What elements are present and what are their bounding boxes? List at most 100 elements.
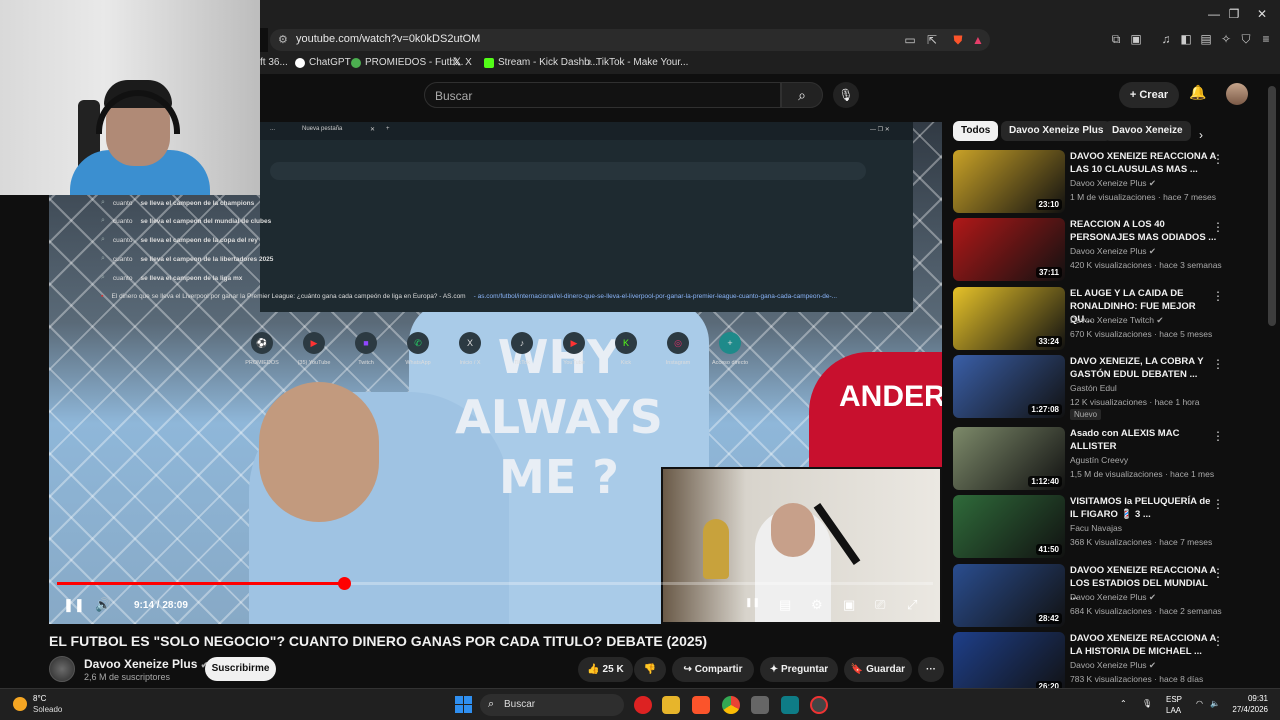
fullscreen-icon[interactable]: ⤢ <box>907 597 917 613</box>
clock-time[interactable]: 09:31 <box>1226 694 1268 703</box>
bookmark-chatgpt[interactable]: ChatGPT <box>295 57 351 68</box>
chip-todos[interactable]: Todos <box>953 121 999 141</box>
video-thumbnail[interactable]: 33:24 <box>953 287 1065 350</box>
channel-name[interactable]: Davoo Xeneize Twitch ✔ <box>1070 315 1163 326</box>
video-title[interactable]: REACCION A LOS 40 PERSONAJES MAS ODIADOS… <box>1070 218 1218 244</box>
vpn-icon[interactable]: ⛉ <box>1238 32 1254 47</box>
bookmark-item[interactable]: ft 36... <box>260 57 288 68</box>
chip-davoo-plus[interactable]: Davoo Xeneize Plus <box>1001 121 1112 141</box>
video-title[interactable]: Asado con ALEXIS MAC ALLISTER <box>1070 427 1218 453</box>
app-icon[interactable] <box>781 696 799 714</box>
recommendation-item[interactable]: 33:24 EL AUGE Y LA CAIDA DE RONALDINHO: F… <box>953 287 1263 353</box>
screenshot-icon[interactable]: ▣ <box>1128 32 1144 46</box>
maximize-icon[interactable]: ❐ <box>1224 6 1244 22</box>
progress-bar[interactable] <box>57 577 933 590</box>
bookmark-x[interactable]: 𝕏X <box>453 57 472 68</box>
file-explorer-icon[interactable] <box>662 696 680 714</box>
recommendation-item[interactable]: 28:42 DAVOO XENEIZE REACCIONA A LOS ESTAD… <box>953 564 1263 630</box>
video-title[interactable]: VISITAMOS la PELUQUERÍA de IL FIGARO 💈 3… <box>1070 495 1218 521</box>
sidebar-icon[interactable]: ◧ <box>1178 32 1194 46</box>
recommendation-item[interactable]: 23:10 DAVOO XENEIZE REACCIONA A LAS 10 CL… <box>953 150 1263 216</box>
video-title[interactable]: DAVOO XENEIZE REACCIONA A LA HISTORIA DE… <box>1070 632 1218 658</box>
pause-icon[interactable]: ❚❚ <box>63 597 85 613</box>
video-thumbnail[interactable]: 41:50 <box>953 495 1065 558</box>
chip-davoo[interactable]: Davoo Xeneize <box>1104 121 1191 141</box>
voice-search-button[interactable]: 🎙 <box>833 82 859 108</box>
share-icon[interactable]: ⇱ <box>924 33 940 47</box>
video-thumbnail[interactable]: 23:10 <box>953 150 1065 213</box>
more-options-icon[interactable]: ⋮ <box>1212 429 1224 443</box>
more-options-icon[interactable]: ⋮ <box>1212 357 1224 371</box>
more-options-icon[interactable]: ⋮ <box>1212 289 1224 303</box>
save-button[interactable]: 🔖 Guardar <box>844 657 912 682</box>
recommendation-item[interactable]: 1:12:40 Asado con ALEXIS MAC ALLISTER Agus… <box>953 427 1263 493</box>
chevron-right-icon[interactable]: › <box>1199 128 1203 142</box>
more-options-icon[interactable]: ⋮ <box>1212 634 1224 648</box>
leo-icon[interactable]: ✧ <box>1218 32 1234 46</box>
settings-icon[interactable]: ⚙ <box>811 597 823 613</box>
chrome-icon[interactable] <box>722 696 740 714</box>
user-avatar[interactable] <box>1226 83 1248 105</box>
video-thumbnail[interactable]: 28:42 <box>953 564 1065 627</box>
channel-name[interactable]: Davoo Xeneize Plus ✔ <box>1070 592 1156 603</box>
close-icon[interactable]: ✕ <box>1252 6 1272 22</box>
chevron-up-icon[interactable]: ⌃ <box>1120 699 1127 708</box>
weather-temperature[interactable]: 8°C <box>33 694 46 703</box>
cast-icon[interactable]: ⎚ <box>875 597 885 613</box>
brave-browser-icon[interactable] <box>692 696 710 714</box>
ask-button[interactable]: ✦ Preguntar <box>760 657 838 682</box>
miniplayer-pause-icon[interactable]: ❚❚ <box>745 597 760 608</box>
create-button[interactable]: + Crear <box>1119 82 1179 108</box>
subtitles-icon[interactable]: ▤ <box>779 597 791 613</box>
music-icon[interactable]: ♫ <box>1158 32 1174 46</box>
recommendation-item[interactable]: 37:11 REACCION A LOS 40 PERSONAJES MAS OD… <box>953 218 1263 284</box>
start-button[interactable] <box>455 696 472 713</box>
video-thumbnail[interactable]: 26:20 <box>953 632 1065 695</box>
brave-shield-icon[interactable]: ⛊ <box>950 33 966 48</box>
channel-name[interactable]: Davoo Xeneize Plus ✔ <box>1070 246 1156 257</box>
recommendation-item[interactable]: 1:27:08 DAVO XENEIZE, LA COBRA Y GASTÓN E… <box>953 355 1263 421</box>
minimize-icon[interactable]: — <box>1204 6 1224 22</box>
channel-name[interactable]: Agustín Creevy <box>1070 455 1128 465</box>
menu-icon[interactable]: ≡ <box>1258 32 1274 46</box>
channel-name[interactable]: Gastón Edul <box>1070 383 1117 393</box>
more-options-icon[interactable]: ⋮ <box>1212 566 1224 580</box>
video-title[interactable]: DAVO XENEIZE, LA COBRA Y GASTÓN EDUL DEB… <box>1070 355 1218 381</box>
volume-icon[interactable]: 🔈 <box>1210 699 1220 708</box>
app-icon[interactable] <box>810 696 828 714</box>
wallet-icon[interactable]: ▤ <box>1198 32 1214 46</box>
bookmark-tiktok[interactable]: ♪ TikTok - Make Your... <box>587 57 688 68</box>
mic-icon[interactable]: 🎙 <box>1142 699 1152 708</box>
video-thumbnail[interactable]: 1:12:40 <box>953 427 1065 490</box>
extensions-icon[interactable]: ⧉ <box>1108 32 1124 47</box>
volume-icon[interactable]: 🔊 <box>95 597 111 613</box>
clock-date[interactable]: 27/4/2026 <box>1226 705 1268 714</box>
channel-name[interactable]: Davoo Xeneize Plus ✔ <box>84 657 208 671</box>
recommendation-item[interactable]: 41:50 VISITAMOS la PELUQUERÍA de IL FIGAR… <box>953 495 1263 561</box>
notifications-bell-icon[interactable]: 🔔 <box>1189 84 1206 101</box>
wifi-icon[interactable]: ◠ <box>1196 699 1203 708</box>
video-thumbnail[interactable]: 1:27:08 <box>953 355 1065 418</box>
language-layout[interactable]: LAA <box>1166 706 1181 715</box>
bookmark-kick[interactable]: Stream - Kick Dashb... <box>484 57 598 68</box>
language-indicator[interactable]: ESP <box>1166 695 1182 704</box>
sun-icon[interactable] <box>13 697 27 711</box>
miniplayer-icon[interactable]: ▣ <box>843 597 855 613</box>
scrubber-handle[interactable] <box>338 577 351 590</box>
more-options-icon[interactable]: ⋮ <box>1212 152 1224 166</box>
more-actions-button[interactable]: ··· <box>918 657 944 682</box>
weather-description[interactable]: Soleado <box>33 705 62 714</box>
scrollbar[interactable] <box>1268 86 1276 326</box>
app-icon[interactable] <box>751 696 769 714</box>
taskbar-search[interactable]: ⌕ Buscar <box>480 694 624 716</box>
subscribe-button[interactable]: Suscribirme <box>205 657 276 681</box>
channel-name[interactable]: Davoo Xeneize Plus ✔ <box>1070 660 1156 671</box>
video-player[interactable]: WHY ALWAYS ME ? ANDER ... Nueva pestaña … <box>49 122 942 624</box>
url-field[interactable]: ⚙ youtube.com/watch?v=0k0kDS2utOM ▭ ⇱ ⛊ … <box>270 29 990 51</box>
site-info-icon[interactable]: ⚙ <box>278 33 288 46</box>
more-options-icon[interactable]: ⋮ <box>1212 497 1224 511</box>
search-input[interactable]: Buscar <box>424 82 781 108</box>
search-button[interactable]: ⌕ <box>781 82 823 108</box>
media-app-icon[interactable] <box>634 696 652 714</box>
share-button[interactable]: ↪ Compartir <box>672 657 754 682</box>
